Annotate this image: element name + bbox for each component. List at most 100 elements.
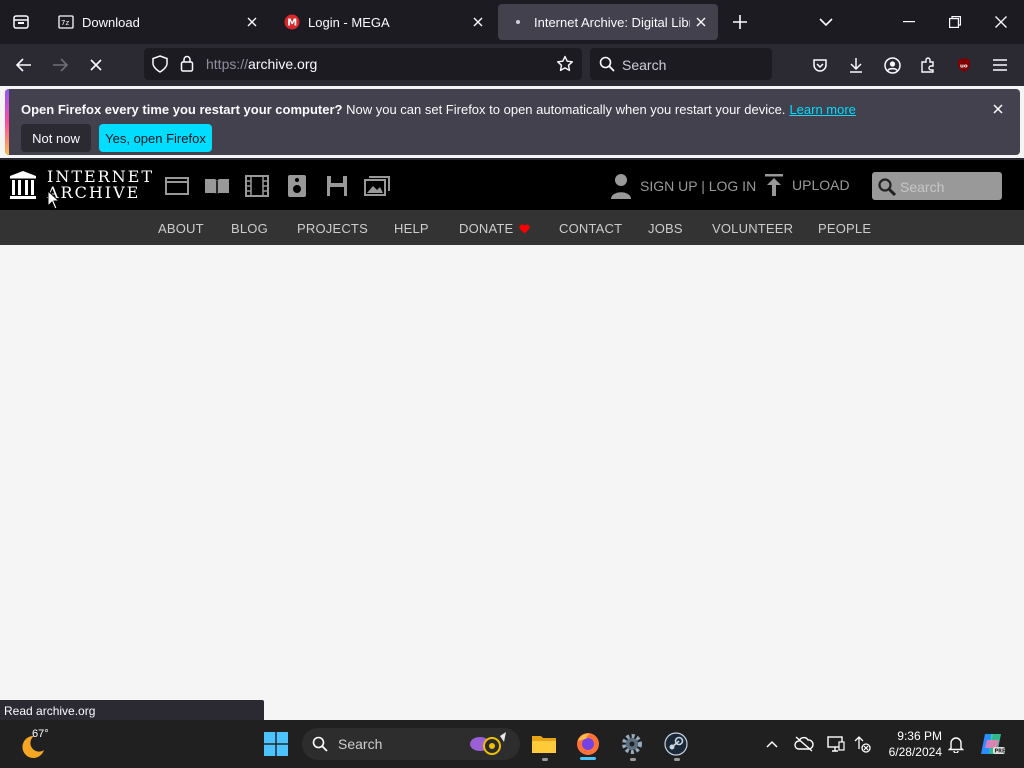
back-button[interactable] [10, 51, 38, 79]
loading-dot-icon [512, 14, 524, 30]
close-window-button[interactable] [978, 0, 1024, 44]
chevron-down-icon [819, 18, 833, 27]
images-icon[interactable] [364, 174, 390, 198]
downloads-button[interactable] [842, 51, 870, 79]
archive-search-input[interactable]: Search [872, 172, 1002, 200]
video-icon[interactable] [244, 174, 270, 198]
taskbar-search-box[interactable]: Search [302, 728, 520, 760]
menu-contact[interactable]: CONTACT [559, 221, 622, 236]
close-tab-icon[interactable] [243, 13, 261, 31]
taskbar-search-placeholder: Search [338, 736, 383, 752]
restore-button[interactable] [932, 0, 978, 44]
cloud-off-icon [794, 736, 814, 752]
texts-icon[interactable] [204, 174, 230, 198]
software-icon[interactable] [324, 174, 350, 198]
menu-donate[interactable]: DONATE [459, 221, 530, 236]
steam-taskbar-button[interactable] [660, 728, 692, 760]
heart-icon [519, 223, 530, 234]
temperature: 67° [32, 728, 49, 740]
search-icon [878, 178, 896, 196]
search-highlight-icon [466, 730, 512, 758]
weather-widget[interactable]: 67° [18, 726, 58, 762]
sign-up-log-in-link[interactable]: SIGN UP | LOG IN [610, 173, 756, 199]
menu-jobs[interactable]: JOBS [648, 221, 683, 236]
url-text[interactable]: https://archive.org [206, 56, 317, 72]
stop-icon [90, 59, 102, 71]
notification-message: Open Firefox every time you restart your… [21, 102, 856, 117]
archive-search-placeholder: Search [900, 179, 945, 195]
menu-projects[interactable]: PROJECTS [297, 221, 368, 236]
extensions-button[interactable] [914, 51, 942, 79]
search-placeholder: Search [622, 57, 667, 73]
search-icon [312, 736, 328, 752]
tab-title: Download [82, 14, 140, 30]
ublock-origin-button[interactable]: uo [950, 51, 978, 79]
notifications-button[interactable] [946, 734, 966, 754]
upload-link[interactable]: UPLOAD [764, 173, 850, 197]
firefox-taskbar-button[interactable] [572, 728, 604, 760]
archive-logo[interactable] [9, 170, 37, 200]
settings-taskbar-button[interactable] [616, 728, 648, 760]
svg-text:7z: 7z [61, 19, 69, 27]
new-tab-button[interactable] [728, 10, 752, 34]
account-icon [883, 56, 901, 74]
monitor-icon [827, 736, 845, 752]
firefox-icon [577, 733, 599, 755]
running-indicator [542, 758, 548, 761]
list-all-tabs-button[interactable] [814, 10, 838, 34]
active-indicator [580, 757, 596, 760]
firefox-view-icon [13, 15, 29, 29]
minimize-button[interactable] [886, 0, 932, 44]
close-notification-icon[interactable] [990, 101, 1006, 117]
network-tray-icon[interactable] [852, 734, 872, 754]
tab-download[interactable]: 7z Download [44, 4, 269, 40]
stop-loading-button[interactable] [82, 51, 110, 79]
ublock-icon: uo [958, 58, 970, 72]
forward-button[interactable] [46, 51, 74, 79]
account-button[interactable] [878, 51, 906, 79]
firefox-view-button[interactable] [0, 0, 42, 44]
file-explorer-button[interactable] [528, 728, 560, 760]
mouse-cursor-icon [47, 190, 61, 210]
copilot-button[interactable]: PRE [976, 728, 1008, 760]
bookmark-star-icon[interactable] [556, 55, 574, 73]
audio-icon[interactable] [284, 174, 310, 198]
system-clock[interactable]: 9:36 PM 6/28/2024 [872, 728, 942, 760]
menu-donate-label: DONATE [459, 221, 514, 236]
not-now-button[interactable]: Not now [21, 124, 91, 152]
app-menu-button[interactable] [986, 51, 1014, 79]
show-hidden-icons-button[interactable] [762, 734, 782, 754]
link-status-tooltip: Read archive.org [0, 700, 264, 720]
menu-help[interactable]: HELP [394, 221, 429, 236]
tab-mega[interactable]: M Login - MEGA [270, 4, 495, 40]
menu-about[interactable]: ABOUT [158, 221, 204, 236]
learn-more-link[interactable]: Learn more [789, 102, 855, 117]
display-tray-icon[interactable] [826, 734, 846, 754]
onedrive-tray-icon[interactable] [794, 734, 814, 754]
tracking-protection-shield-icon[interactable] [152, 55, 168, 73]
close-tab-icon[interactable] [469, 13, 487, 31]
archive-wordmark[interactable]: INTERNET ARCHIVE [47, 169, 154, 201]
lock-icon[interactable] [180, 55, 194, 72]
url-host: archive.org [248, 56, 318, 72]
gear-icon [622, 734, 642, 754]
browser-tab-strip: 7z Download M Login - MEGA Internet Arch… [0, 0, 1024, 44]
archive-top-nav: INTERNET ARCHIVE SIGN UP | LOG IN UPLOAD… [0, 160, 1024, 210]
running-indicator [674, 758, 680, 761]
address-bar[interactable]: https://archive.org [144, 48, 582, 80]
bell-icon [948, 737, 964, 753]
default-browser-notification-bar: Open Firefox every time you restart your… [5, 89, 1020, 155]
menu-volunteer[interactable]: VOLUNTEER [712, 221, 793, 236]
tab-internet-archive[interactable]: Internet Archive: Digital Library [498, 4, 718, 40]
tab-title: Internet Archive: Digital Library [534, 14, 690, 30]
notification-accent-stripe [5, 89, 9, 155]
upload-label: UPLOAD [792, 177, 850, 193]
start-button[interactable] [260, 728, 292, 760]
close-tab-icon[interactable] [692, 13, 710, 31]
menu-blog[interactable]: BLOG [231, 221, 268, 236]
yes-open-firefox-button[interactable]: Yes, open Firefox [99, 124, 212, 152]
pocket-button[interactable] [806, 51, 834, 79]
web-icon[interactable] [164, 174, 190, 198]
menu-people[interactable]: PEOPLE [818, 221, 871, 236]
browser-search-field[interactable]: Search [590, 48, 772, 80]
